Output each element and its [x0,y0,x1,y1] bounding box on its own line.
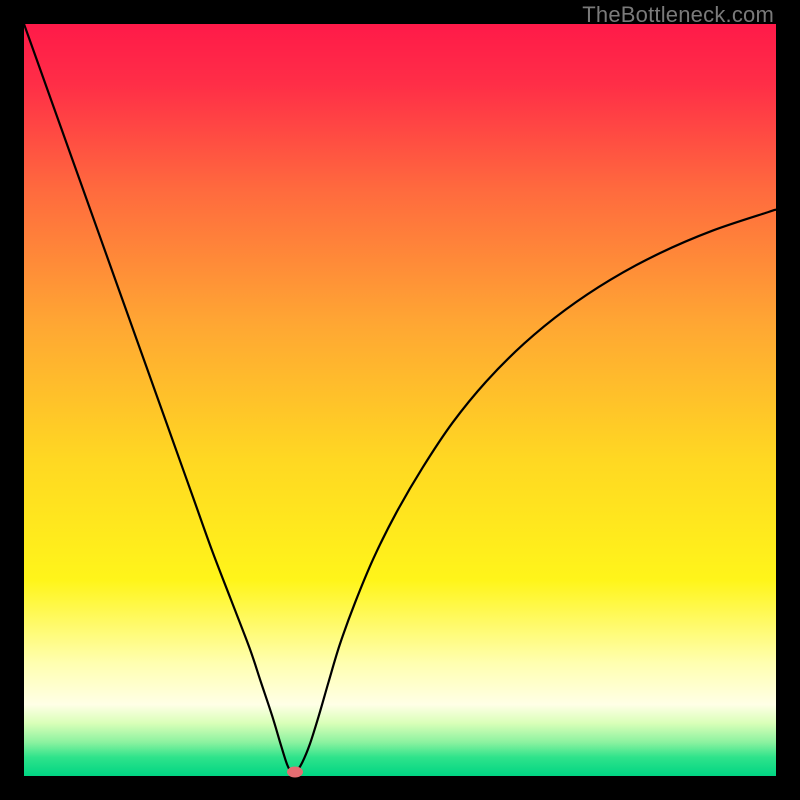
chart-frame [24,24,776,776]
chart-canvas [24,24,776,776]
gradient-background [24,24,776,776]
watermark-text: TheBottleneck.com [582,2,774,28]
optimum-marker [287,767,303,778]
